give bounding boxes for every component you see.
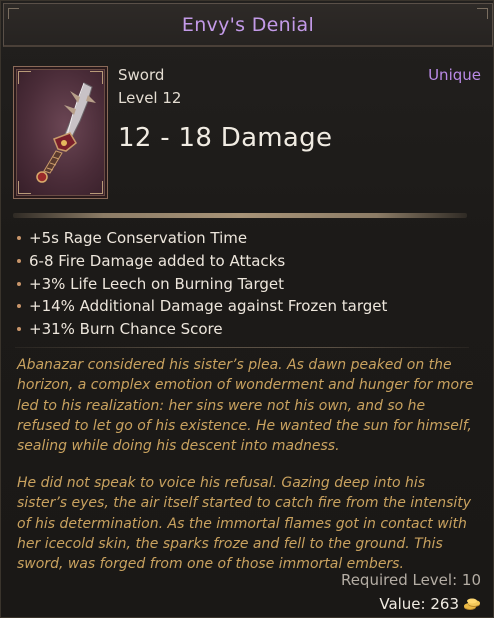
modifier-item: 6-8 Fire Damage added to Attacks <box>15 250 387 273</box>
modifier-item: +5s Rage Conservation Time <box>15 227 387 250</box>
modifier-list: +5s Rage Conservation Time 6-8 Fire Dama… <box>15 227 387 341</box>
title-corner-ornament <box>477 8 488 19</box>
lore-paragraph: He did not speak to voice his refusal. G… <box>17 475 472 573</box>
value-text: Value: 263 <box>379 595 459 613</box>
item-image-frame <box>13 66 108 199</box>
bullet-icon <box>17 281 21 286</box>
modifier-item: +31% Burn Chance Score <box>15 318 387 341</box>
required-level: Required Level: 10 <box>340 571 481 589</box>
bullet-icon <box>17 236 21 240</box>
item-level: Level 12 <box>118 89 182 107</box>
modifier-text: 6-8 Fire Damage added to Attacks <box>29 251 286 270</box>
bullet-icon <box>17 304 21 309</box>
modifier-item: +14% Additional Damage against Frozen ta… <box>15 295 387 318</box>
bullet-icon <box>17 258 21 263</box>
modifier-text: +31% Burn Chance Score <box>29 320 223 338</box>
modifier-text: +5s Rage Conservation Time <box>29 229 248 247</box>
modifier-text: +3% Life Leech on Burning Target <box>29 274 285 293</box>
item-tooltip: Envy's Denial Sword Level 12 Unique 12 -… <box>0 0 494 618</box>
item-damage: 12 - 18 Damage <box>118 123 333 153</box>
bullet-icon <box>17 327 21 331</box>
section-divider <box>13 213 467 218</box>
tooltip-title-bar: Envy's Denial <box>3 3 493 47</box>
gold-coins-icon <box>464 598 480 610</box>
modifier-text: +14% Additional Damage against Frozen ta… <box>29 297 388 316</box>
modifier-item: +3% Life Leech on Burning Target <box>15 273 387 296</box>
lore-divider <box>15 347 469 348</box>
item-rarity: Unique <box>428 66 481 84</box>
sword-icon <box>36 82 96 183</box>
title-corner-ornament <box>8 8 19 19</box>
item-value: Value: 263 <box>379 595 481 613</box>
item-name: Envy's Denial <box>181 13 315 36</box>
lore-paragraph: Abanazar considered his sister’s plea. A… <box>17 357 474 455</box>
item-type: Sword <box>118 66 165 84</box>
